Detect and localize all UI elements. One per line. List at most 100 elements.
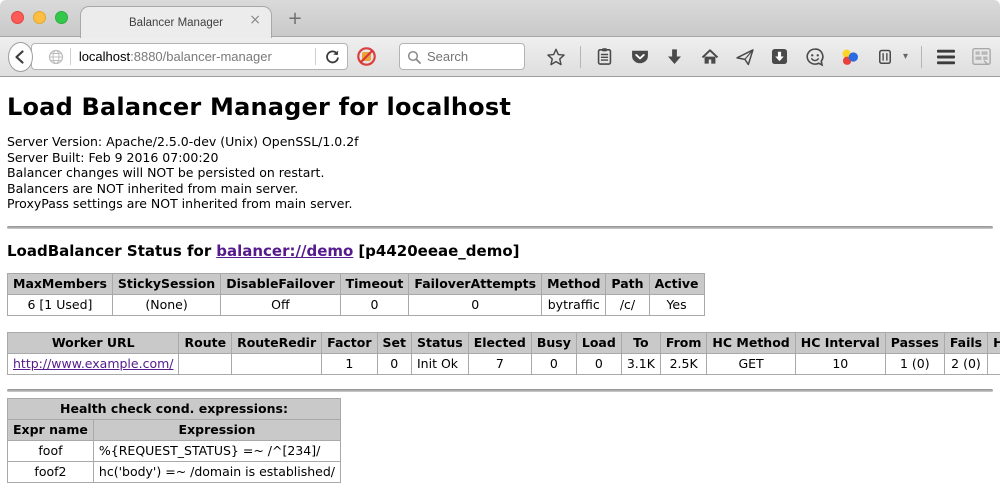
boxed-download-icon bbox=[770, 47, 789, 66]
star-icon bbox=[546, 47, 566, 67]
url-text: localhost:8880/balancer-manager bbox=[79, 49, 315, 64]
tab-close-icon[interactable]: × bbox=[249, 12, 261, 28]
expr-name-cell: foof2 bbox=[8, 461, 94, 482]
loadbalancer-status-heading: LoadBalancer Status forbalancer://demo[p… bbox=[7, 242, 993, 260]
hc-method-cell: GET bbox=[707, 353, 795, 374]
health-check-table: Health check cond. expressions: Expr nam… bbox=[7, 398, 341, 483]
column-header: Busy bbox=[531, 332, 576, 353]
path-cell: /c/ bbox=[606, 294, 649, 315]
status-heading-prefix: LoadBalancer Status for bbox=[7, 242, 211, 260]
table-title-row: Health check cond. expressions: bbox=[8, 398, 341, 419]
set-cell: 0 bbox=[377, 353, 411, 374]
pocket-icon bbox=[630, 47, 650, 67]
table-header-row: Worker URL Route RouteRedir Factor Set S… bbox=[8, 332, 1000, 353]
tab-balancer-manager[interactable]: Balancer Manager × bbox=[80, 6, 272, 38]
passes-cell: 1 (0) bbox=[885, 353, 944, 374]
download-arrow-icon bbox=[665, 47, 684, 66]
new-tab-button[interactable]: + bbox=[284, 8, 306, 29]
pocket-button[interactable] bbox=[629, 45, 651, 69]
paper-plane-icon bbox=[735, 47, 755, 67]
globe-icon bbox=[48, 49, 64, 65]
container-extension-button[interactable] bbox=[874, 45, 896, 69]
plugin-blocked-icon bbox=[356, 46, 377, 67]
worker-url-cell: http://www.example.com/ bbox=[8, 353, 179, 374]
fullscreen-window-button[interactable] bbox=[55, 11, 68, 24]
server-info: Server Version: Apache/2.5.0-dev (Unix) … bbox=[7, 134, 993, 212]
column-header: Active bbox=[649, 273, 704, 294]
from-cell: 2.5K bbox=[660, 353, 707, 374]
active-cell: Yes bbox=[649, 294, 704, 315]
traffic-lights bbox=[11, 11, 68, 24]
column-header: Passes bbox=[885, 332, 944, 353]
failoverattempts-cell: 0 bbox=[409, 294, 542, 315]
url-separator bbox=[315, 48, 316, 65]
color-dots-icon bbox=[840, 47, 860, 67]
column-header: MaxMembers bbox=[8, 273, 113, 294]
menu-button[interactable] bbox=[935, 45, 957, 69]
feedback-button[interactable] bbox=[804, 45, 826, 69]
page-title: Load Balancer Manager for localhost bbox=[7, 77, 993, 121]
table-header-row: Expr name Expression bbox=[8, 419, 341, 440]
home-icon bbox=[700, 47, 720, 67]
route-cell bbox=[179, 353, 232, 374]
titlebar: Balancer Manager × + bbox=[0, 0, 1000, 37]
table-header-row: MaxMembers StickySession DisableFailover… bbox=[8, 273, 705, 294]
table-row: 6 [1 Used] (None) Off 0 0 bytraffic /c/ … bbox=[8, 294, 705, 315]
balancer-demo-link[interactable]: balancer://demo bbox=[216, 242, 353, 260]
horizontal-rule bbox=[7, 226, 993, 229]
color-picker-extension-button[interactable] bbox=[839, 45, 861, 69]
search-bar[interactable] bbox=[399, 43, 525, 70]
column-header: Route bbox=[179, 332, 232, 353]
balancer-params-table: MaxMembers StickySession DisableFailover… bbox=[7, 273, 705, 316]
grid-icon bbox=[971, 47, 992, 66]
search-input[interactable] bbox=[427, 49, 517, 64]
column-header: From bbox=[660, 332, 707, 353]
reload-button[interactable] bbox=[324, 48, 341, 65]
stickysession-cell: (None) bbox=[112, 294, 220, 315]
back-arrow-icon bbox=[12, 49, 28, 65]
load-cell: 0 bbox=[576, 353, 621, 374]
table-row: foof2 hc('body') =~ /domain is establish… bbox=[8, 461, 341, 482]
server-built-line: Server Built: Feb 9 2016 07:00:20 bbox=[7, 150, 993, 166]
home-button[interactable] bbox=[699, 45, 721, 69]
back-button[interactable] bbox=[8, 42, 33, 72]
send-tab-button[interactable] bbox=[734, 45, 756, 69]
download-manager-button[interactable] bbox=[769, 45, 791, 69]
table-row: foof %{REQUEST_STATUS} =~ /^[234]/ bbox=[8, 440, 341, 461]
search-icon bbox=[407, 50, 421, 64]
column-header: HC Interval bbox=[795, 332, 885, 353]
column-header: To bbox=[621, 332, 660, 353]
clipboard-icon bbox=[595, 47, 614, 66]
server-version-line: Server Version: Apache/2.5.0-dev (Unix) … bbox=[7, 134, 993, 150]
url-separator bbox=[70, 48, 71, 65]
column-header: Fails bbox=[944, 332, 987, 353]
close-window-button[interactable] bbox=[11, 11, 24, 24]
plugin-blocked-button[interactable] bbox=[356, 45, 377, 69]
tab-title: Balancer Manager bbox=[129, 17, 223, 29]
worker-url-link[interactable]: http://www.example.com/ bbox=[13, 356, 173, 371]
page-content: Load Balancer Manager for localhost Serv… bbox=[0, 77, 1000, 491]
browser-window: Balancer Manager × + localhost:8880/bala… bbox=[0, 0, 1000, 491]
method-cell: bytraffic bbox=[542, 294, 606, 315]
url-bar[interactable]: localhost:8880/balancer-manager bbox=[31, 43, 348, 70]
smiley-bubble-icon bbox=[805, 47, 825, 67]
minimize-window-button[interactable] bbox=[33, 11, 46, 24]
column-header: Method bbox=[542, 273, 606, 294]
downloads-button[interactable] bbox=[664, 45, 686, 69]
fails-cell: 2 (0) bbox=[944, 353, 987, 374]
overflow-caret-icon[interactable]: ▾ bbox=[903, 51, 908, 62]
column-header: Worker URL bbox=[8, 332, 179, 353]
status-cell: Init Ok bbox=[412, 353, 469, 374]
routeredir-cell bbox=[232, 353, 322, 374]
column-header: Timeout bbox=[340, 273, 409, 294]
column-header: Set bbox=[377, 332, 411, 353]
url-domain: localhost bbox=[79, 49, 130, 64]
bookmark-star-button[interactable] bbox=[545, 45, 567, 69]
hamburger-icon bbox=[935, 48, 957, 66]
column-header: HC uri bbox=[988, 332, 1000, 353]
reading-list-button[interactable] bbox=[594, 45, 616, 69]
expression-cell: hc('body') =~ /domain is established/ bbox=[93, 461, 340, 482]
navigation-toolbar: localhost:8880/balancer-manager bbox=[0, 37, 1000, 77]
table-row: http://www.example.com/ 1 0 Init Ok 7 0 … bbox=[8, 353, 1000, 374]
tab-groups-button[interactable] bbox=[970, 45, 992, 69]
